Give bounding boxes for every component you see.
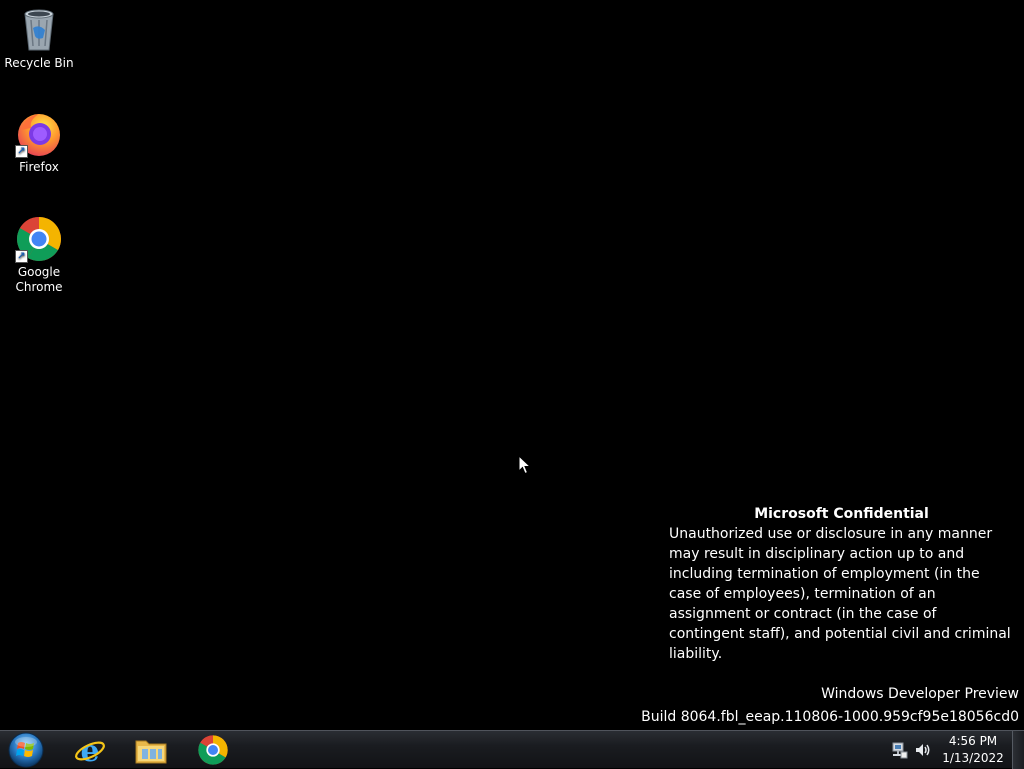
internet-explorer-icon: e: [75, 734, 105, 766]
build-watermark: Windows Developer Preview Build 8064.fbl…: [641, 683, 1019, 729]
shortcut-arrow-icon: ↗: [15, 145, 28, 158]
desktop-icon-recycle-bin[interactable]: Recycle Bin: [1, 6, 77, 71]
taskbar-file-explorer-button[interactable]: [123, 733, 179, 767]
taskbar-clock[interactable]: 4:56 PM 1/13/2022: [940, 733, 1006, 767]
desktop-icon-label-line1: Google: [17, 265, 61, 279]
network-icon[interactable]: [890, 741, 908, 759]
desktop-icon-label: Recycle Bin: [4, 56, 74, 70]
mouse-cursor-icon: [518, 454, 532, 479]
desktop-icon-label: Firefox: [19, 160, 59, 174]
chrome-icon: [198, 735, 228, 765]
svg-text:e: e: [80, 734, 99, 766]
taskbar: e 4:56 PM 1/13/2022: [0, 730, 1024, 769]
start-button[interactable]: [6, 731, 46, 769]
desktop[interactable]: Recycle Bin ↗ Firefox ↗ Google Chrome Mi…: [0, 0, 1024, 730]
confidential-body: Unauthorized use or disclosure in any ma…: [669, 526, 1011, 662]
confidential-title: Microsoft Confidential: [754, 506, 929, 522]
desktop-icon-label-line2: Chrome: [15, 280, 63, 294]
volume-icon[interactable]: [914, 741, 932, 759]
desktop-icon-firefox[interactable]: ↗ Firefox: [1, 110, 77, 175]
firefox-icon: ↗: [15, 110, 63, 158]
recycle-bin-icon: [15, 6, 63, 54]
taskbar-chrome-button[interactable]: [185, 733, 241, 767]
windows-start-orb-icon: [8, 732, 44, 768]
watermark-edition: Windows Developer Preview: [821, 686, 1019, 702]
system-tray: [890, 731, 932, 769]
chrome-icon: ↗: [15, 215, 63, 263]
taskbar-internet-explorer-button[interactable]: e: [62, 733, 118, 767]
clock-time: 4:56 PM: [948, 734, 998, 748]
show-desktop-button[interactable]: [1012, 731, 1024, 769]
file-explorer-icon: [135, 740, 167, 764]
shortcut-arrow-icon: ↗: [15, 250, 28, 263]
desktop-icon-google-chrome[interactable]: ↗ Google Chrome: [1, 215, 77, 295]
confidential-notice: Microsoft Confidential Unauthorized use …: [669, 504, 1014, 664]
watermark-build: Build 8064.fbl_eeap.110806-1000.959cf95e…: [641, 709, 1019, 725]
clock-date: 1/13/2022: [942, 751, 1004, 765]
